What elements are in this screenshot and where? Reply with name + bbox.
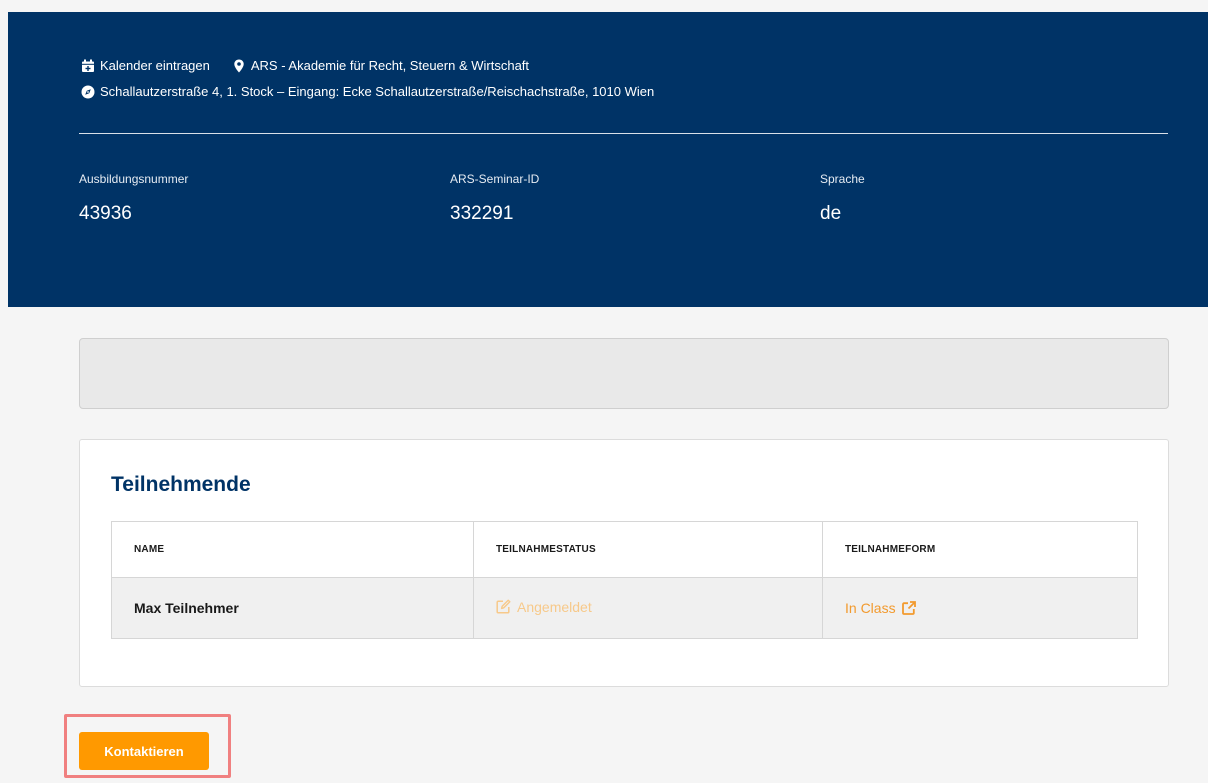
stat-ausbildungsnummer: Ausbildungsnummer 43936 [79, 172, 188, 225]
stat-sprache: Sprache de [820, 172, 865, 225]
venue-label: ARS - Akademie für Recht, Steuern & Wirt… [250, 58, 530, 73]
map-marker-icon [232, 59, 246, 73]
address-row: Schallautzerstraße 4, 1. Stock – Eingang… [81, 83, 676, 101]
address-label: Schallautzerstraße 4, 1. Stock – Eingang… [100, 84, 655, 99]
table-header-row: NAME TEILNAHMESTATUS TEILNAHMEFORM [111, 521, 1138, 578]
address: Schallautzerstraße 4, 1. Stock – Eingang… [81, 83, 654, 101]
venue: ARS - Akademie für Recht, Steuern & Wirt… [232, 57, 529, 75]
calendar-link[interactable]: Kalender eintragen [81, 57, 210, 75]
calendar-plus-icon [81, 59, 95, 73]
participants-table: NAME TEILNAHMESTATUS TEILNAHMEFORM Max T… [111, 521, 1138, 639]
status-label: Angemeldet [517, 598, 592, 615]
form-link[interactable]: In Class [845, 600, 916, 616]
column-header-name: NAME [111, 521, 474, 578]
table-row: Max Teilnehmer Angemeldet In Class [111, 577, 1138, 639]
compass-icon [81, 85, 95, 99]
form-label: In Class [845, 600, 896, 616]
event-meta-row: Kalender eintragen ARS - Akademie für Re… [81, 57, 551, 75]
empty-notice-box [79, 338, 1169, 409]
stat-label: ARS-Seminar-ID [450, 172, 540, 186]
contact-button[interactable]: Kontaktieren [79, 732, 209, 770]
event-header: Kalender eintragen ARS - Akademie für Re… [8, 12, 1208, 307]
column-header-form: TEILNAHMEFORM [822, 521, 1138, 578]
stat-value: de [820, 203, 842, 224]
column-header-status: TEILNAHMESTATUS [473, 521, 823, 578]
external-link-icon [901, 601, 916, 615]
calendar-label: Kalender eintragen [100, 58, 210, 73]
status-link[interactable]: Angemeldet [496, 599, 592, 615]
header-divider [79, 133, 1168, 134]
edit-icon [496, 599, 511, 614]
stat-value: 43936 [79, 203, 132, 224]
participants-card: Teilnehmende NAME TEILNAHMESTATUS TEILNA… [79, 439, 1169, 687]
stat-seminar-id: ARS-Seminar-ID 332291 [450, 172, 539, 225]
participants-title: Teilnehmende [111, 473, 251, 496]
participant-status[interactable]: Angemeldet [473, 577, 823, 639]
stat-label: Sprache [820, 172, 865, 186]
stat-value: 332291 [450, 203, 514, 224]
participant-name: Max Teilnehmer [111, 577, 474, 639]
participant-form[interactable]: In Class [822, 577, 1138, 639]
stat-label: Ausbildungsnummer [79, 172, 189, 186]
